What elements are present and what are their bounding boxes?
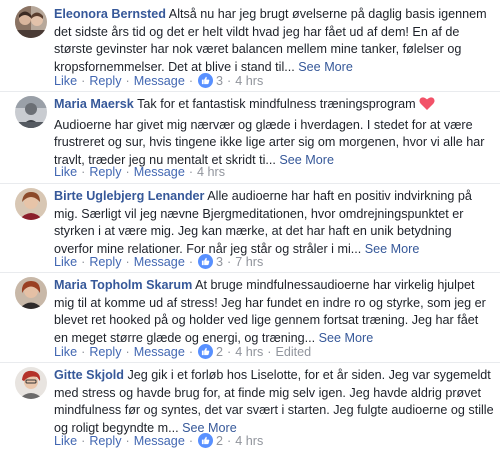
like-count[interactable]: 2	[216, 434, 223, 448]
message-button[interactable]: Message	[134, 165, 185, 179]
reply-button[interactable]: Reply	[89, 74, 121, 88]
message-button[interactable]: Message	[134, 74, 185, 88]
reply-button[interactable]: Reply	[89, 345, 121, 359]
comment-author[interactable]: Maria Topholm Skarum	[54, 278, 192, 292]
like-count-icon[interactable]	[198, 254, 214, 269]
timestamp[interactable]: 4 hrs	[197, 165, 225, 179]
avatar[interactable]	[15, 188, 47, 220]
timestamp[interactable]: 4 hrs	[235, 345, 263, 359]
heart-emoji-icon	[419, 96, 435, 117]
timestamp[interactable]: 7 hrs	[235, 255, 263, 269]
see-more-link[interactable]: See More	[298, 60, 353, 74]
comment: Maria Topholm Skarum At bruge mindfulnes…	[0, 273, 500, 363]
comment-author[interactable]: Gitte Skjold	[54, 368, 124, 382]
comment: Eleonora Bernsted Altså nu har jeg brugt…	[0, 0, 500, 92]
like-count[interactable]: 2	[216, 345, 223, 359]
comment-text: Tak for et fantastisk mindfulness trænin…	[137, 97, 416, 111]
timestamp[interactable]: 4 hrs	[235, 74, 263, 88]
like-count[interactable]: 3	[216, 255, 223, 269]
like-count-icon[interactable]	[198, 344, 214, 359]
reply-button[interactable]: Reply	[89, 165, 121, 179]
comment: Birte Uglebjerg Lenander Alle audioerne …	[0, 184, 500, 273]
reply-button[interactable]: Reply	[89, 255, 121, 269]
like-count-icon[interactable]	[198, 433, 214, 448]
message-button[interactable]: Message	[134, 255, 185, 269]
avatar[interactable]	[15, 6, 47, 38]
reply-button[interactable]: Reply	[89, 434, 121, 448]
like-count[interactable]: 3	[216, 74, 223, 88]
like-count-icon[interactable]	[198, 73, 214, 88]
like-button[interactable]: Like	[54, 74, 77, 88]
edited-label[interactable]: Edited	[275, 345, 311, 359]
like-button[interactable]: Like	[54, 434, 77, 448]
like-button[interactable]: Like	[54, 165, 77, 179]
avatar[interactable]	[15, 96, 47, 128]
see-more-link[interactable]: See More	[319, 331, 374, 345]
see-more-link[interactable]: See More	[279, 153, 334, 167]
comment-list: Eleonora Bernsted Altså nu har jeg brugt…	[0, 0, 500, 454]
message-button[interactable]: Message	[134, 345, 185, 359]
avatar[interactable]	[15, 277, 47, 309]
comment-author[interactable]: Birte Uglebjerg Lenander	[54, 189, 204, 203]
like-button[interactable]: Like	[54, 255, 77, 269]
comment-author[interactable]: Maria Maersk	[54, 97, 134, 111]
comment-author[interactable]: Eleonora Bernsted	[54, 7, 166, 21]
avatar[interactable]	[15, 367, 47, 399]
message-button[interactable]: Message	[134, 434, 185, 448]
timestamp[interactable]: 4 hrs	[235, 434, 263, 448]
see-more-link[interactable]: See More	[365, 242, 420, 256]
like-button[interactable]: Like	[54, 345, 77, 359]
comment-text-continued: Audioerne har givet mig nærvær og glæde …	[54, 117, 485, 167]
comment: Maria Maersk Tak for et fantastisk mindf…	[0, 92, 500, 184]
comment: Gitte Skjold Jeg gik i et forløb hos Lis…	[0, 363, 500, 454]
